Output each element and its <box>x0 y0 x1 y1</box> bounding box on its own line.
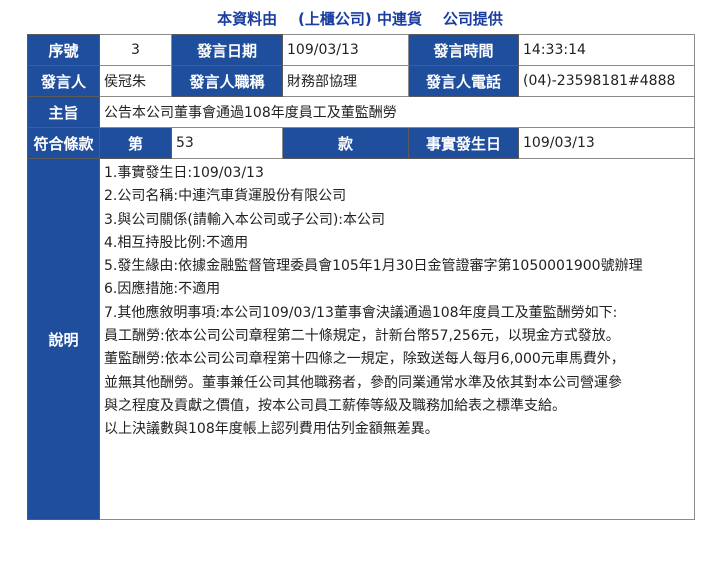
description-line: 員工酬勞:依本公司公司章程第二十條規定，計新台幣57,256元，以現金方式發放。 <box>104 328 620 345</box>
table-row-speaker: 發言人 侯冠朱 發言人職稱 財務部協理 發言人電話 (04)-23598181#… <box>27 65 695 97</box>
description-line: 3.與公司關係(請輸入本公司或子公司):本公司 <box>104 211 385 228</box>
seq-value: 3 <box>99 34 172 66</box>
table-row-description: 說明 1.事實發生日:109/03/13 2.公司名稱:中連汽車貨運股份有限公司… <box>27 158 695 520</box>
description-line: 6.因應措施:不適用 <box>104 281 221 298</box>
description-line: 與之程度及貢獻之價值，按本公司員工薪俸等級及職務加給表之標準支給。 <box>104 397 566 414</box>
event-date-value: 109/03/13 <box>518 127 695 159</box>
speaker-title-label: 發言人職稱 <box>171 65 283 97</box>
clause-section-label: 款 <box>282 127 409 159</box>
header-company: (上櫃公司) 中連貨 <box>298 10 422 28</box>
time-value: 14:33:14 <box>518 34 695 66</box>
subject-value: 公告本公司董事會通過108年度員工及董監酬勞 <box>99 96 695 128</box>
event-date-label: 事實發生日 <box>408 127 519 159</box>
seq-label: 序號 <box>27 34 100 66</box>
description-line: 以上決議數與108年度帳上認列費用估列金額無差異。 <box>104 421 439 438</box>
description-line: 2.公司名稱:中連汽車貨運股份有限公司 <box>104 188 347 205</box>
description-line: 4.相互持股比例:不適用 <box>104 234 249 251</box>
description-line: 1.事實發生日:109/03/13 <box>104 165 264 181</box>
clause-article-value: 53 <box>171 127 283 159</box>
clause-label: 符合條款 <box>27 127 100 159</box>
description-line: 5.發生緣由:依據金融監督管理委員會105年1月30日金管證審字第1050001… <box>104 258 643 275</box>
speaker-title-value: 財務部協理 <box>282 65 409 97</box>
table-row-clause: 符合條款 第 53 款 事實發生日 109/03/13 <box>27 127 695 159</box>
page-header: 本資料由 (上櫃公司) 中連貨 公司提供 <box>0 8 720 30</box>
clause-article-label: 第 <box>99 127 172 159</box>
description-line: 並無其他酬勞。董事兼任公司其他職務者，參酌同業通常水準及依其對本公司營運參 <box>104 374 622 391</box>
subject-label: 主旨 <box>27 96 100 128</box>
date-label: 發言日期 <box>171 34 283 66</box>
speaker-phone-label: 發言人電話 <box>408 65 519 97</box>
header-prefix: 本資料由 <box>217 10 278 28</box>
description-line: 董監酬勞:依本公司公司章程第十四條之一規定，除致送每人每月6,000元車馬費外， <box>104 351 625 368</box>
announcement-table: 序號 3 發言日期 109/03/13 發言時間 14:33:14 發言人 侯冠… <box>27 34 695 520</box>
table-row-seq: 序號 3 發言日期 109/03/13 發言時間 14:33:14 <box>27 34 695 66</box>
description-line: 7.其他應敘明事項:本公司109/03/13董事會決議通過108年度員工及董監酬… <box>104 304 618 321</box>
description-body: 1.事實發生日:109/03/13 2.公司名稱:中連汽車貨運股份有限公司 3.… <box>99 158 695 520</box>
date-value: 109/03/13 <box>282 34 409 66</box>
header-suffix: 公司提供 <box>442 10 503 28</box>
description-label: 說明 <box>27 158 100 520</box>
speaker-label: 發言人 <box>27 65 100 97</box>
time-label: 發言時間 <box>408 34 519 66</box>
table-row-subject: 主旨 公告本公司董事會通過108年度員工及董監酬勞 <box>27 96 695 128</box>
speaker-phone-value: (04)-23598181#4888 <box>518 65 695 97</box>
speaker-value: 侯冠朱 <box>99 65 172 97</box>
